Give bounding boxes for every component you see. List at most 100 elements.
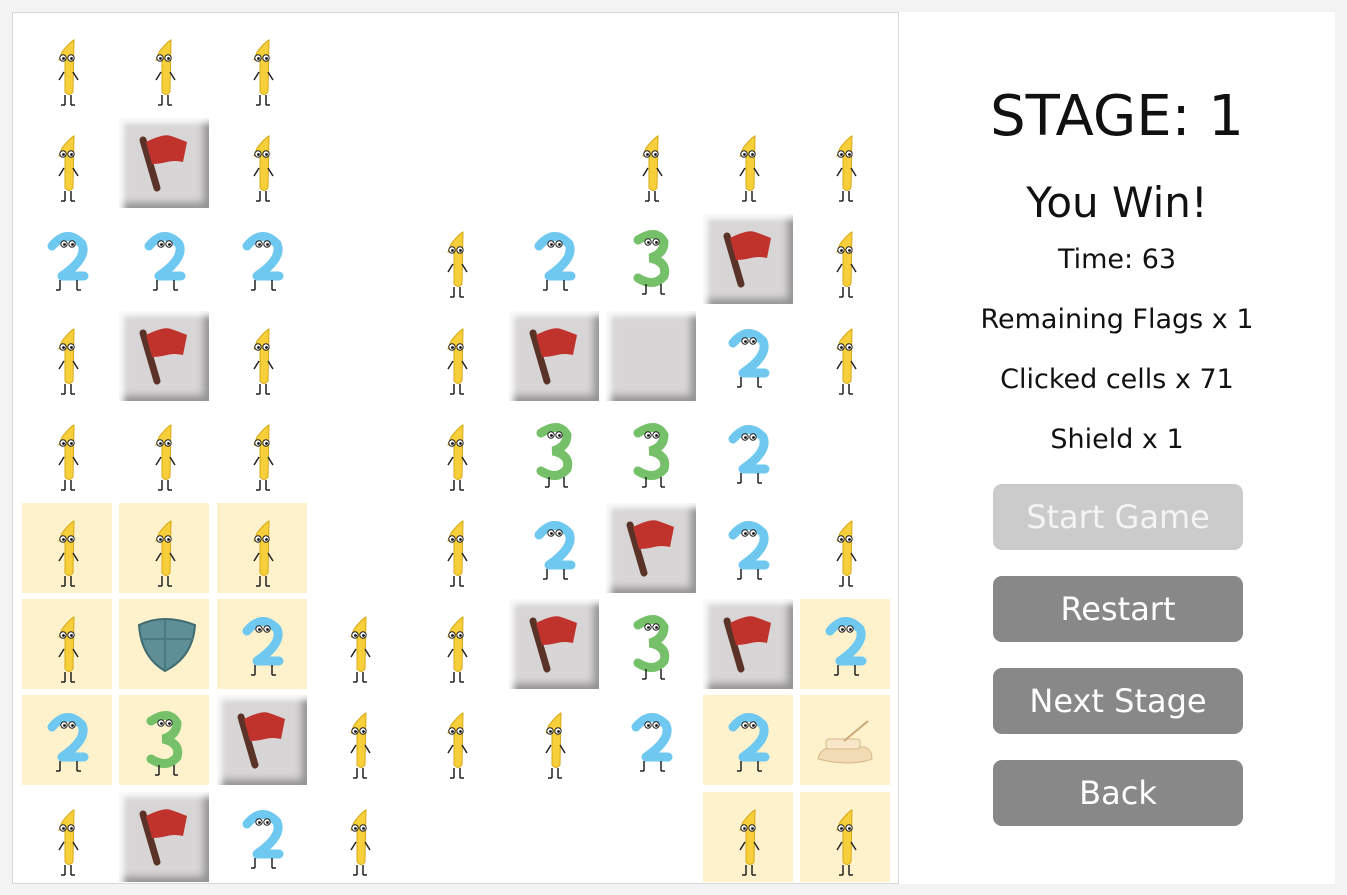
board-cell[interactable] <box>119 214 209 304</box>
board-cell[interactable] <box>314 792 404 882</box>
board-cell[interactable] <box>22 599 112 690</box>
board-cell[interactable] <box>800 311 890 401</box>
number-2-icon <box>47 232 89 292</box>
number-2-icon <box>825 617 867 676</box>
next-stage-button[interactable]: Next Stage <box>993 668 1243 734</box>
board-cell[interactable] <box>119 791 210 882</box>
board-cell[interactable] <box>509 503 599 593</box>
number-1-icon <box>58 327 79 395</box>
board-cell[interactable] <box>509 118 599 208</box>
board-cell[interactable] <box>508 599 599 690</box>
board-cell[interactable] <box>703 214 794 305</box>
board-cell[interactable] <box>703 503 793 593</box>
board-cell[interactable] <box>605 503 696 593</box>
board-cell[interactable] <box>509 695 599 785</box>
board-cell[interactable] <box>703 311 793 401</box>
number-1-icon <box>58 808 79 876</box>
board-cell[interactable] <box>800 118 890 208</box>
board-cell[interactable] <box>703 695 794 786</box>
board-cell[interactable] <box>606 118 696 208</box>
board-cell[interactable] <box>606 22 696 112</box>
board-cell[interactable] <box>508 310 599 401</box>
number-1-icon <box>252 423 274 491</box>
number-1-icon <box>58 423 79 491</box>
number-3-icon <box>633 615 669 680</box>
flag-icon <box>139 327 188 385</box>
board-cell[interactable] <box>22 792 112 882</box>
board-cell[interactable] <box>119 599 210 690</box>
board-cell[interactable] <box>119 22 209 112</box>
board-cell[interactable] <box>800 22 890 112</box>
board-cell[interactable] <box>606 214 696 304</box>
board-cell[interactable] <box>703 118 793 208</box>
board-cell[interactable] <box>217 214 307 304</box>
board-cell[interactable] <box>606 792 696 882</box>
board-cell[interactable] <box>22 214 112 304</box>
board-cell[interactable] <box>216 503 307 593</box>
board-cell[interactable] <box>314 407 404 497</box>
board-cell[interactable] <box>411 118 501 208</box>
board-cell[interactable] <box>22 22 112 112</box>
board-cell[interactable] <box>119 118 210 209</box>
board-cell[interactable] <box>703 22 793 112</box>
board-cell[interactable] <box>314 599 404 689</box>
board-cell[interactable] <box>217 792 307 882</box>
board-cell[interactable] <box>800 599 891 690</box>
board-cell[interactable] <box>217 407 307 497</box>
board-cell[interactable] <box>217 118 307 208</box>
board-cell[interactable] <box>22 503 112 593</box>
board-cell[interactable] <box>703 407 793 497</box>
board-cell[interactable] <box>606 599 696 689</box>
board-cell[interactable] <box>509 792 599 882</box>
board-cell[interactable] <box>411 311 501 401</box>
board-cell[interactable] <box>800 791 891 882</box>
board-cell[interactable] <box>119 695 210 786</box>
board-cell[interactable] <box>216 695 307 786</box>
board-cell[interactable] <box>800 407 890 497</box>
board-cell[interactable] <box>411 407 501 497</box>
start-game-button[interactable]: Start Game <box>993 484 1243 550</box>
shield-counter: Shield x 1 <box>1050 424 1184 455</box>
board-cell[interactable] <box>800 503 890 593</box>
number-1-icon <box>350 808 371 876</box>
board-cell[interactable] <box>411 695 501 785</box>
board-cell[interactable] <box>119 310 210 401</box>
board-cell[interactable] <box>22 407 112 497</box>
board-cell[interactable] <box>411 214 501 304</box>
board-cell[interactable] <box>411 792 501 882</box>
back-button[interactable]: Back <box>993 760 1243 826</box>
board-cell[interactable] <box>216 599 307 690</box>
board-cell[interactable] <box>411 22 501 112</box>
board-cell[interactable] <box>800 695 891 786</box>
board-cell[interactable] <box>217 22 307 112</box>
board-cell[interactable] <box>314 214 404 304</box>
board-cell[interactable] <box>314 503 404 593</box>
board-cell[interactable] <box>703 599 794 690</box>
board-cell[interactable] <box>509 22 599 112</box>
board-cell[interactable] <box>314 22 404 112</box>
board-cell[interactable] <box>509 407 599 497</box>
board-cell[interactable] <box>119 407 209 497</box>
board-cell[interactable] <box>22 118 112 208</box>
number-2-icon <box>242 617 284 676</box>
board-cell[interactable] <box>22 695 112 786</box>
number-1-icon <box>252 520 274 587</box>
number-1-icon <box>739 808 760 876</box>
board-cell[interactable] <box>314 118 404 208</box>
number-1-icon <box>447 520 468 587</box>
board-cell[interactable] <box>217 311 307 401</box>
restart-button[interactable]: Restart <box>993 576 1243 642</box>
board-cell[interactable] <box>800 214 890 304</box>
board-cell[interactable] <box>314 311 404 401</box>
board-cell[interactable] <box>606 407 696 497</box>
board-cell[interactable] <box>314 695 404 785</box>
board-cell[interactable] <box>411 599 501 689</box>
board-cell[interactable] <box>606 695 696 785</box>
board-cell[interactable] <box>703 791 794 882</box>
number-1-icon <box>836 520 858 587</box>
board-cell[interactable] <box>509 214 599 304</box>
board-cell[interactable] <box>22 311 112 401</box>
board-cell[interactable] <box>119 503 210 593</box>
board-cell[interactable] <box>605 310 696 401</box>
board-cell[interactable] <box>411 503 501 593</box>
